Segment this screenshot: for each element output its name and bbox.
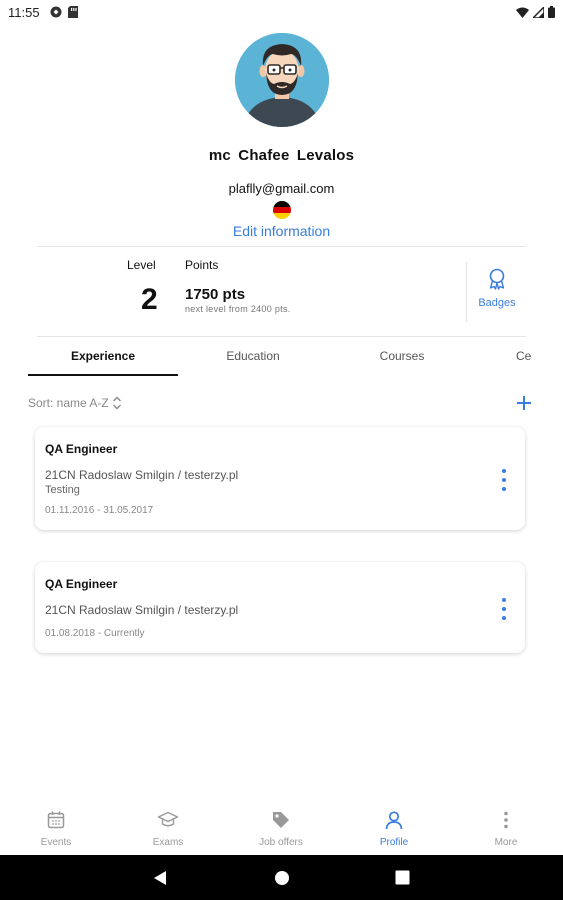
tab-education[interactable]: Education [178, 338, 328, 376]
home-icon[interactable] [274, 870, 290, 886]
profile-email: plaflly@gmail.com [228, 181, 335, 196]
status-bar: 11:55 [0, 0, 563, 26]
badge-award-icon [489, 268, 505, 290]
dot [502, 478, 506, 482]
dot [502, 607, 506, 611]
calendar-icon [47, 811, 65, 829]
notification-icon [50, 6, 62, 18]
experience-dates: 01.11.2016 - 31.05.2017 [45, 505, 154, 516]
nav-more-label: More [494, 837, 518, 848]
nav-job-offers-label: Job offers [259, 837, 303, 848]
flag-germany-icon [273, 201, 291, 219]
tab-certificates[interactable]: Ce [516, 338, 563, 376]
badges-button[interactable]: Badges [470, 268, 524, 309]
experience-title: QA Engineer [45, 577, 118, 591]
experience-title: QA Engineer [45, 442, 118, 456]
nav-job-offers[interactable]: Job offers [225, 810, 337, 848]
tab-courses[interactable]: Courses [327, 338, 477, 376]
bottom-navigation: Events Exams Job offers Profile More [0, 800, 563, 855]
nav-exams[interactable]: Exams [112, 810, 224, 848]
avatar [235, 33, 329, 127]
points-value: 1750 pts [185, 286, 246, 303]
system-navigation-bar [0, 855, 563, 900]
sort-label: Sort: name A-Z [28, 396, 109, 410]
battery-icon [548, 6, 555, 18]
tag-icon [273, 812, 289, 828]
nav-exams-label: Exams [152, 837, 184, 848]
profile-name: mc Chafee Levalos [208, 147, 355, 164]
dot [502, 487, 506, 491]
points-label: Points [185, 258, 219, 272]
nav-profile[interactable]: Profile [338, 810, 450, 848]
graduation-cap-icon [157, 811, 179, 827]
experience-subtitle: Testing [45, 484, 80, 496]
wifi-icon [516, 7, 529, 18]
plus-icon [517, 396, 531, 410]
back-icon[interactable] [153, 870, 167, 886]
tab-experience[interactable]: Experience [28, 338, 178, 376]
more-vertical-icon [504, 811, 508, 829]
profile-tabs: Experience Education Courses Ce [28, 338, 563, 378]
nav-events[interactable]: Events [0, 810, 112, 848]
nav-events-label: Events [40, 837, 72, 848]
experience-card[interactable]: QA Engineer 21CN Radoslaw Smilgin / test… [35, 427, 525, 530]
experience-company: 21CN Radoslaw Smilgin / testerzy.pl [45, 603, 239, 617]
edit-information-link[interactable]: Edit information [0, 223, 563, 239]
flag-stripe-gold [273, 213, 291, 219]
dot [502, 469, 506, 473]
status-time: 11:55 [8, 5, 40, 20]
divider [37, 336, 526, 337]
experience-company: 21CN Radoslaw Smilgin / testerzy.pl [45, 468, 239, 482]
nav-profile-label: Profile [379, 837, 409, 848]
stats-vertical-divider [466, 262, 467, 322]
add-experience-button[interactable] [513, 392, 535, 414]
sd-card-icon [68, 6, 78, 18]
sort-chevrons-icon [112, 396, 121, 410]
nav-more[interactable]: More [450, 810, 562, 848]
badges-label: Badges [478, 297, 516, 309]
tab-active-indicator [28, 374, 178, 376]
person-icon [385, 811, 403, 830]
avatar-illustration [235, 33, 329, 127]
divider [37, 246, 526, 247]
signal-icon [533, 6, 544, 18]
points-next-level: next level from 2400 pts. [185, 304, 291, 314]
level-label: Level [127, 258, 156, 272]
status-icons-left [50, 6, 78, 18]
status-icons-right [516, 6, 555, 18]
recents-icon[interactable] [395, 870, 410, 885]
experience-dates: 01.08.2018 - Currently [45, 628, 145, 639]
dot [502, 598, 506, 602]
experience-card[interactable]: QA Engineer 21CN Radoslaw Smilgin / test… [35, 562, 525, 653]
card-menu-button[interactable] [497, 469, 511, 491]
level-value: 2 [141, 283, 158, 316]
dot [502, 616, 506, 620]
card-menu-button[interactable] [497, 598, 511, 620]
sort-control[interactable]: Sort: name A-Z [28, 396, 122, 410]
